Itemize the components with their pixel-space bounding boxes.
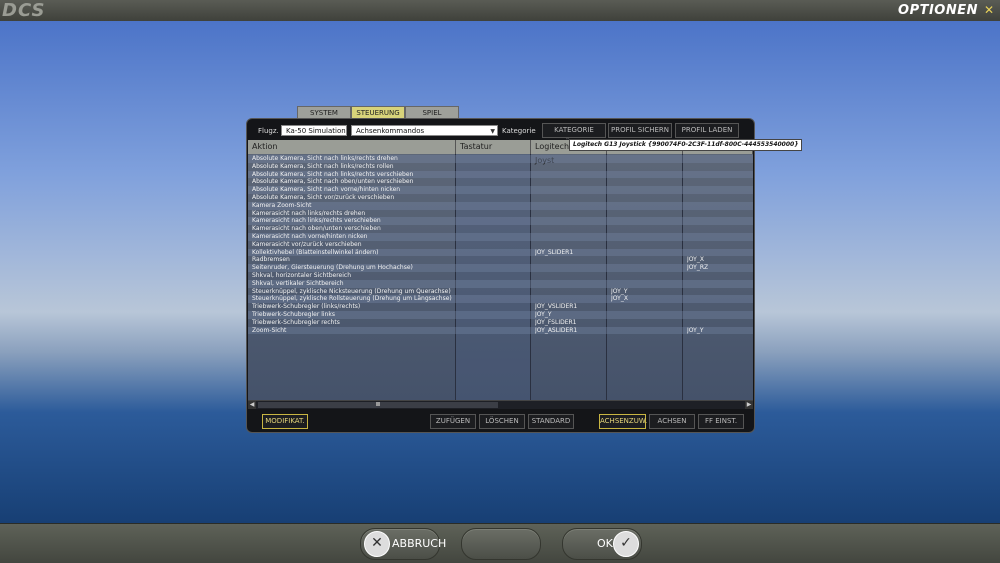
table-cell: Seitenruder, Giersteuerung (Drehung um H… <box>252 264 413 272</box>
table-cell: Kamerasicht nach vorne/hinten nicken <box>252 233 368 240</box>
table-cell: Kollektivhebel (Blatteinstellwinkel ände… <box>252 248 379 256</box>
check-icon: ✓ <box>613 531 639 557</box>
axis-assign-button[interactable]: ACHSENZUW. <box>599 414 647 429</box>
column-header-action[interactable]: Aktion <box>248 140 456 154</box>
load-profile-button[interactable]: PROFIL LADEN <box>675 123 739 138</box>
ok-button[interactable]: OK ✓ <box>562 528 642 560</box>
table-row[interactable]: Triebwerk-Schubregler links JOY_Y <box>248 311 753 319</box>
table-cell: Absolute Kamera, Sicht nach links/rechts… <box>252 162 394 170</box>
table-row[interactable]: Kamerasicht nach links/rechts drehen <box>248 210 753 218</box>
close-icon[interactable]: ✕ <box>984 0 994 21</box>
table-cell[interactable]: JOY_FSLIDER1 <box>535 319 605 327</box>
cancel-button[interactable]: ✕ ABBRUCH <box>360 528 446 560</box>
table-cell: Kamera Zoom-Sicht <box>252 201 312 209</box>
scroll-left-icon[interactable]: ◀ <box>248 401 256 409</box>
chevron-down-icon: ▼ <box>490 128 495 135</box>
title-bar: DCS OPTIONEN ✕ <box>0 0 1000 22</box>
ff-tune-button[interactable]: FF EINST. <box>698 414 744 429</box>
table-cell: Steuerknüppel, zyklische Nicksteuerung (… <box>252 287 451 295</box>
close-icon: ✕ <box>364 531 390 557</box>
table-cell[interactable]: JOY_X <box>687 256 751 264</box>
table-row[interactable]: Shkval, horizontaler Sichtbereich <box>248 272 753 280</box>
add-button[interactable]: ZUFÜGEN <box>430 414 476 429</box>
table-row[interactable]: Absolute Kamera, Sicht nach links/rechts… <box>248 170 753 179</box>
empty-button <box>461 528 541 560</box>
table-row[interactable]: Kamerasicht nach vorne/hinten nicken <box>248 233 753 241</box>
table-cell: Kamerasicht nach links/rechts drehen <box>252 209 366 217</box>
cancel-label: ABBRUCH <box>392 537 447 550</box>
table-cell: Kamerasicht nach links/rechts verschiebe… <box>252 217 381 225</box>
category-select[interactable]: Achsenkommandos ▼ <box>351 125 498 136</box>
table-row[interactable]: Seitenruder, Giersteuerung (Drehung um H… <box>248 264 753 272</box>
table-cell: Steuerknüppel, zyklische Rollsteuerung (… <box>252 295 452 303</box>
table-cell: Absolute Kamera, Sicht nach vorne/hinten… <box>252 186 401 194</box>
table-row[interactable]: Absolute Kamera, Sicht nach links/rechts… <box>248 163 753 171</box>
ok-label: OK <box>597 537 613 550</box>
table-cell: Absolute Kamera, Sicht vor/zurück versch… <box>252 194 395 201</box>
table-cell[interactable]: JOY_VSLIDER1 <box>535 303 605 311</box>
table-cell: Shkval, vertikaler Sichtbereich <box>252 279 344 287</box>
modifiers-button[interactable]: MODIFIKAT. <box>262 414 308 429</box>
table-row[interactable]: Kamera Zoom-Sicht <box>248 201 753 210</box>
table-cell: Triebwerk-Schubregler (links/rechts) <box>252 303 361 311</box>
table-cell: Absolute Kamera, Sicht nach oben/unten v… <box>252 178 414 186</box>
table-row[interactable]: Kamerasicht nach oben/unten verschieben <box>248 225 753 233</box>
scroll-right-icon[interactable]: ▶ <box>745 401 753 409</box>
table-cell[interactable]: JOY_X <box>611 295 681 303</box>
delete-category-button[interactable]: KATEGORIE LÖSCH. <box>542 123 606 147</box>
clear-button[interactable]: LÖSCHEN <box>479 414 525 429</box>
table-row[interactable]: Triebwerk-Schubregler rechts JOY_FSLIDER1 <box>248 319 753 327</box>
table-row[interactable]: Kollektivhebel (Blatteinstellwinkel ände… <box>248 248 753 257</box>
save-profile-button[interactable]: PROFIL SICHERN <box>608 123 672 138</box>
table-row[interactable]: Steuerknüppel, zyklische Nicksteuerung (… <box>248 288 753 296</box>
aircraft-select[interactable]: Ka-50 Simulation <box>281 125 347 136</box>
table-cell[interactable]: JOY_ASLIDER1 <box>535 327 605 335</box>
table-row[interactable]: Absolute Kamera, Sicht vor/zurück versch… <box>248 194 753 202</box>
table-cell: Absolute Kamera, Sicht nach links/rechts… <box>252 155 398 162</box>
default-button[interactable]: STANDARD <box>528 414 574 429</box>
table-row[interactable]: Triebwerk-Schubregler (links/rechts) JOY_… <box>248 303 753 311</box>
table-cell[interactable]: JOY_SLIDER1 <box>535 249 605 257</box>
bindings-table: Aktion Tastatur Logitech G13 Joyst Absol… <box>248 140 753 400</box>
table-row[interactable]: Kamerasicht nach links/rechts verschiebe… <box>248 217 753 226</box>
category-select-value: Achsenkommandos <box>356 127 425 135</box>
table-row[interactable]: Absolute Kamera, Sicht nach vorne/hinten… <box>248 186 753 194</box>
table-cell: Kamerasicht nach oben/unten verschieben <box>252 225 381 233</box>
table-row[interactable]: Kamerasicht vor/zurück verschieben <box>248 241 753 249</box>
table-cell[interactable]: JOY_RZ <box>687 264 751 272</box>
table-row[interactable]: Steuerknüppel, zyklische Rollsteuerung (… <box>248 295 753 304</box>
table-row[interactable]: Radbremsen JOY_X <box>248 256 753 264</box>
dcs-logo: DCS <box>2 0 46 21</box>
table-row[interactable]: Absolute Kamera, Sicht nach oben/unten v… <box>248 178 753 186</box>
table-cell: Absolute Kamera, Sicht nach links/rechts… <box>252 170 414 178</box>
footer-bar: ✕ ABBRUCH OK ✓ <box>0 523 1000 563</box>
table-cell: Zoom-Sicht <box>252 326 287 334</box>
table-row[interactable]: Shkval, vertikaler Sichtbereich <box>248 279 753 288</box>
table-row[interactable]: Absolute Kamera, Sicht nach links/rechts… <box>248 155 753 163</box>
table-cell: Kamerasicht vor/zurück verschieben <box>252 240 362 248</box>
horizontal-scrollbar[interactable]: ◀ ▶ <box>248 400 753 409</box>
table-row[interactable]: Zoom-Sicht JOY_ASLIDER1 JOY_Y <box>248 326 753 335</box>
table-cell: Triebwerk-Schubregler rechts <box>252 318 340 326</box>
table-cell: Shkval, horizontaler Sichtbereich <box>252 272 352 279</box>
category-label: Kategorie <box>502 127 536 135</box>
table-cell[interactable]: JOY_Y <box>535 311 605 319</box>
aircraft-label: Flugz. <box>258 127 279 135</box>
axis-tune-button[interactable]: ACHSEN <box>649 414 695 429</box>
table-cell: Radbremsen <box>252 256 290 264</box>
window-title: OPTIONEN <box>898 3 978 18</box>
table-cell: Triebwerk-Schubregler links <box>252 311 335 318</box>
table-cell[interactable]: JOY_Y <box>611 288 681 296</box>
device-tooltip: Logitech G13 Joystick {990074F0-2C3F-11d… <box>569 139 803 151</box>
table-cell[interactable]: JOY_Y <box>687 327 751 335</box>
column-header-keyboard[interactable]: Tastatur <box>456 140 531 154</box>
scrollbar-grip-icon <box>376 402 380 406</box>
